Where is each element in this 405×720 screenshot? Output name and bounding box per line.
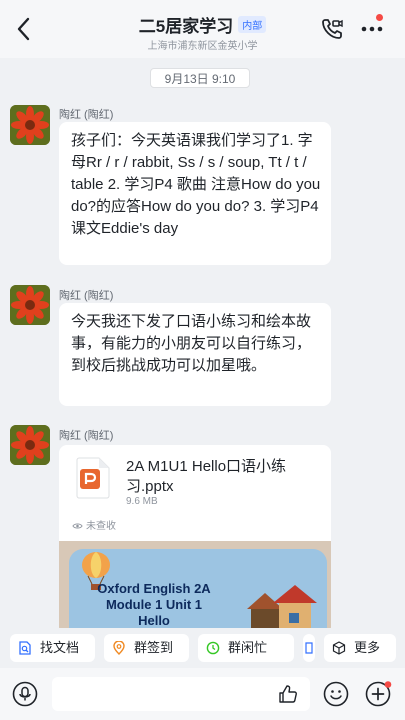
file-preview[interactable]: Oxford English 2A Module 1 Unit 1 Hello — [59, 541, 331, 635]
sender-name: 陶红 (陶红) — [59, 430, 114, 442]
more-actions-label: 更多 — [354, 640, 381, 655]
read-status: 未查收 — [72, 517, 116, 532]
sender-name: 陶红 (陶红) — [59, 109, 114, 121]
message-bubble[interactable]: 孩子们：今天英语课我们学习了1. 字母Rr / r / rabbit, Ss /… — [59, 122, 331, 265]
quick-action-bar: 找文档 群签到 群闲忙 更多 — [0, 628, 405, 668]
find-docs-button[interactable]: 找文档 — [10, 634, 95, 662]
hidden-action-chip[interactable] — [303, 634, 315, 662]
file-attachment-card[interactable]: 2A M1U1 Hello口语小练习.pptx 9.6 MB 未查收 Oxfor… — [59, 445, 331, 635]
flower-avatar-icon — [10, 425, 50, 465]
find-docs-label: 找文档 — [40, 640, 80, 655]
pptx-file-icon — [76, 457, 110, 499]
search-doc-icon — [19, 641, 31, 655]
more-actions-button[interactable]: 更多 — [324, 634, 396, 662]
chat-subtitle: 上海市浦东新区金英小学 — [147, 41, 258, 52]
message-bubble[interactable]: 今天我还下发了口语小练习和绘本故事，有能力的小朋友可以自行练习，到校后挑战成功可… — [59, 303, 331, 406]
notification-dot — [376, 14, 383, 21]
avatar[interactable] — [10, 425, 50, 465]
flower-avatar-icon — [10, 105, 50, 145]
smiley-icon[interactable] — [323, 681, 349, 707]
thumbs-up-icon[interactable] — [278, 684, 298, 704]
chat-title-row[interactable]: 二5居家学习 内部 — [0, 12, 405, 37]
group-checkin-button[interactable]: 群签到 — [104, 634, 189, 662]
clock-icon — [206, 641, 220, 655]
timestamp-divider: 9月13日 9:10 — [150, 68, 250, 88]
chat-title: 二5居家学习 — [138, 17, 234, 36]
group-busy-label: 群闲忙 — [228, 640, 268, 655]
message-input[interactable] — [52, 677, 310, 711]
message-input-bar — [0, 668, 405, 720]
cube-icon — [332, 641, 346, 655]
doc-edge-icon — [305, 642, 313, 654]
group-checkin-label: 群签到 — [134, 640, 174, 655]
plus-circle-icon[interactable] — [365, 681, 393, 707]
group-busy-button[interactable]: 群闲忙 — [198, 634, 294, 662]
house-illustration-icon — [247, 585, 317, 635]
flower-avatar-icon — [10, 285, 50, 325]
avatar[interactable] — [10, 285, 50, 325]
read-status-label: 未查收 — [86, 521, 116, 532]
more-dots-icon[interactable] — [360, 20, 384, 36]
slide-thumbnail: Oxford English 2A Module 1 Unit 1 Hello — [69, 549, 327, 635]
location-pin-icon — [113, 641, 125, 655]
avatar[interactable] — [10, 105, 50, 145]
microphone-icon[interactable] — [12, 681, 38, 707]
phone-video-icon[interactable] — [320, 17, 344, 41]
chat-header: 二5居家学习 内部 上海市浦东新区金英小学 — [0, 0, 405, 58]
eye-icon — [72, 523, 83, 529]
internal-tag: 内部 — [238, 16, 267, 33]
file-size: 9.6 MB — [126, 496, 158, 507]
file-name: 2A M1U1 Hello口语小练习.pptx — [126, 458, 287, 495]
slide-title: Oxford English 2A Module 1 Unit 1 Hello — [97, 581, 211, 628]
sender-name: 陶红 (陶红) — [59, 290, 114, 302]
